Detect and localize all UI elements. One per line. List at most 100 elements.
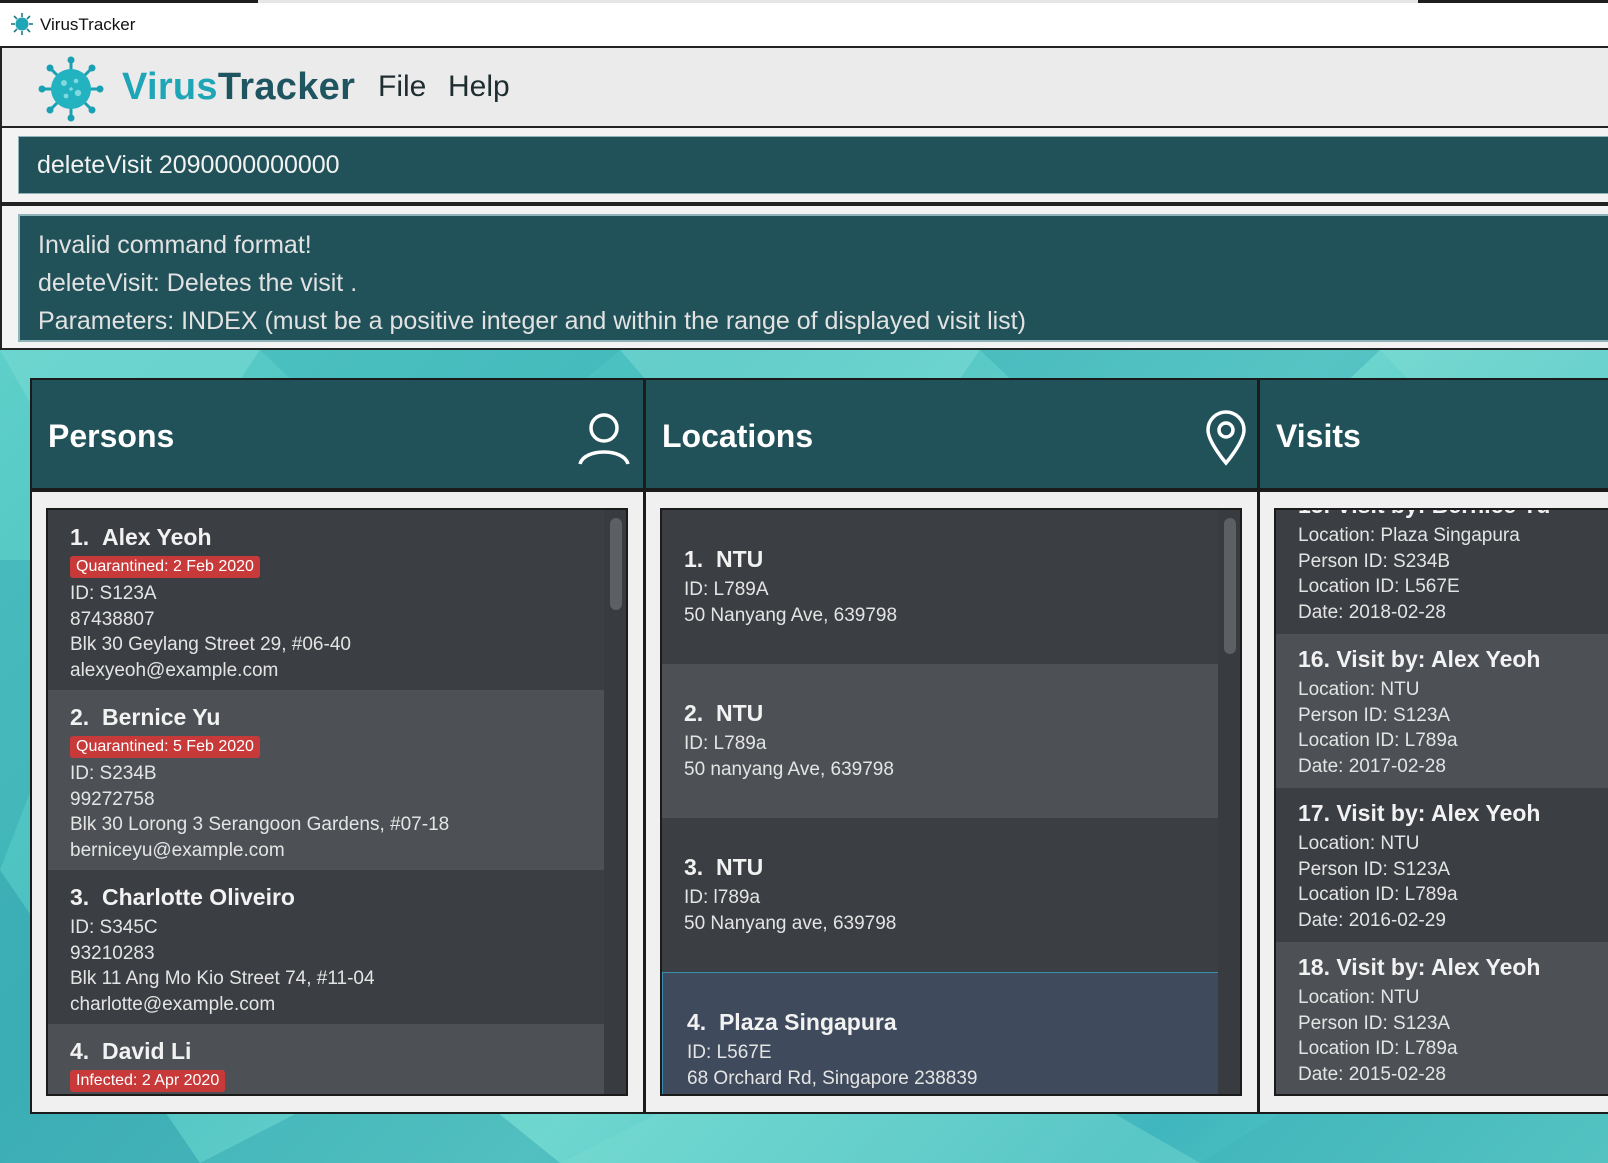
location-card[interactable]: 2. NTU ID: L789a 50 nanyang Ave, 639798 <box>662 664 1219 818</box>
brand-virus: Virus <box>122 66 218 108</box>
person-name: Bernice Yu <box>101 704 221 730</box>
person-id: ID: S234B <box>70 763 157 784</box>
persons-scrollbar[interactable] <box>604 510 626 1094</box>
status-tag: Infected: 2 Apr 2020 <box>70 1070 226 1092</box>
location-index: 1. <box>684 546 704 572</box>
visit-date: Date: 2015-02-28 <box>1298 1063 1446 1085</box>
location-id: ID: l789a <box>684 887 761 908</box>
result-line: deleteVisit: Deletes the visit . <box>38 269 358 297</box>
location-name-row: 4. Plaza Singapura <box>687 1009 1218 1036</box>
visit-location-id: Location ID: L567E <box>1298 576 1460 597</box>
person-email: alexyeoh@example.com <box>70 659 279 681</box>
visit-card[interactable]: 15. Visit by: Bernice Yu Location: Plaza… <box>1276 510 1608 634</box>
locations-panel-header: Locations <box>646 380 1257 492</box>
virus-app-icon <box>11 13 33 35</box>
location-name: NTU <box>715 546 764 572</box>
person-name: David Li <box>101 1038 192 1064</box>
menu-bar: VirusTracker File Help <box>0 46 1608 128</box>
visits-panel-title: Visits <box>1276 418 1361 454</box>
visits-list[interactable]: 15. Visit by: Bernice Yu Location: Plaza… <box>1274 508 1608 1096</box>
person-index: 2. <box>70 704 90 730</box>
person-card[interactable]: 1. Alex Yeoh Quarantined: 2 Feb 2020 ID:… <box>48 510 605 690</box>
persons-list[interactable]: 1. Alex Yeoh Quarantined: 2 Feb 2020 ID:… <box>46 508 628 1096</box>
location-id: ID: L789A <box>684 579 769 600</box>
visit-person-id: Person ID: S123A <box>1298 704 1451 726</box>
visit-location-id: Location ID: L789a <box>1298 730 1458 751</box>
status-tag: Quarantined: 5 Feb 2020 <box>70 736 260 758</box>
person-index: 3. <box>70 884 90 910</box>
location-address: 68 Orchard Rd, Singapore 238839 <box>687 1067 978 1089</box>
window-title-bar: VirusTracker <box>0 0 1608 46</box>
person-name-row: 3. Charlotte Oliveiro <box>70 884 605 911</box>
location-name-row: 2. NTU <box>684 700 1219 727</box>
locations-panel-title: Locations <box>662 418 814 454</box>
person-id: ID: S345C <box>70 917 158 938</box>
location-card[interactable]: 3. NTU ID: l789a 50 Nanyang ave, 639798 <box>662 818 1219 972</box>
visit-person-id: Person ID: S123A <box>1298 1012 1451 1034</box>
virus-logo-icon <box>38 56 104 122</box>
visit-location: Location: NTU <box>1298 833 1420 854</box>
location-id: ID: L789a <box>684 733 767 754</box>
location-name-row: 1. NTU <box>684 546 1219 573</box>
location-index: 2. <box>684 700 704 726</box>
visit-card[interactable]: 18. Visit by: Alex Yeoh Location: NTU Pe… <box>1276 942 1608 1094</box>
person-index: 1. <box>70 524 90 550</box>
person-name-row: 4. David Li <box>70 1038 605 1065</box>
locations-scrollbar-thumb[interactable] <box>1224 518 1236 654</box>
location-index: 4. <box>687 1009 707 1035</box>
visit-person-id: Person ID: S234B <box>1298 550 1451 572</box>
person-name: Alex Yeoh <box>101 524 212 550</box>
person-email: charlotte@example.com <box>70 993 276 1015</box>
visit-card[interactable]: 16. Visit by: Alex Yeoh Location: NTU Pe… <box>1276 634 1608 788</box>
person-phone: 99272758 <box>70 788 155 810</box>
person-card[interactable]: 4. David Li Infected: 2 Apr 2020 <box>48 1024 605 1094</box>
location-address: 50 nanyang Ave, 639798 <box>684 758 894 780</box>
brand-tracker: Tracker <box>217 66 356 108</box>
locations-list[interactable]: 1. NTU ID: L789A 50 Nanyang Ave, 639798 … <box>660 508 1242 1096</box>
location-name: NTU <box>715 854 764 880</box>
location-pin-icon <box>1206 410 1246 466</box>
visit-title: 16. Visit by: Alex Yeoh <box>1298 646 1541 672</box>
result-display[interactable]: Invalid command format! deleteVisit: Del… <box>18 214 1608 342</box>
location-index: 3. <box>684 854 704 880</box>
visits-panel: Visits 15. Visit by: Bernice Yu Location… <box>1258 378 1608 1114</box>
visit-location-id: Location ID: L789a <box>1298 1038 1458 1059</box>
visit-date: Date: 2016-02-29 <box>1298 909 1446 931</box>
person-address: Blk 30 Lorong 3 Serangoon Gardens, #07-1… <box>70 814 450 835</box>
result-line: Invalid command format! <box>38 231 312 259</box>
person-id: ID: S123A <box>70 583 157 604</box>
visit-title: 17. Visit by: Alex Yeoh <box>1298 800 1541 826</box>
locations-panel: Locations 1. NTU ID: L789A 50 Nanyang Av… <box>644 378 1259 1114</box>
window-title: VirusTracker <box>40 15 136 34</box>
person-name: Charlotte Oliveiro <box>101 884 295 910</box>
person-card[interactable]: 3. Charlotte Oliveiro ID: S345C 93210283… <box>48 870 605 1024</box>
visit-date: Date: 2017-02-28 <box>1298 755 1446 777</box>
result-display-area: Invalid command format! deleteVisit: Del… <box>0 204 1608 350</box>
visit-card[interactable]: 17. Visit by: Alex Yeoh Location: NTU Pe… <box>1276 788 1608 942</box>
visit-location: Location: Plaza Singapura <box>1298 525 1520 546</box>
persons-panel-header: Persons <box>32 380 643 492</box>
person-icon <box>578 413 630 465</box>
person-email: berniceyu@example.com <box>70 839 285 861</box>
menu-file[interactable]: File <box>378 70 426 104</box>
location-card-selected[interactable]: 4. Plaza Singapura ID: L567E 68 Orchard … <box>662 972 1219 1094</box>
person-address: Blk 30 Geylang Street 29, #06-40 <box>70 634 351 655</box>
location-name-row: 3. NTU <box>684 854 1219 881</box>
location-card[interactable]: 1. NTU ID: L789A 50 Nanyang Ave, 639798 <box>662 510 1219 664</box>
persons-scrollbar-thumb[interactable] <box>610 518 622 610</box>
location-name: Plaza Singapura <box>718 1009 897 1035</box>
person-phone: 93210283 <box>70 942 155 964</box>
person-name-row: 1. Alex Yeoh <box>70 524 605 551</box>
visit-location-id: Location ID: L789a <box>1298 884 1458 905</box>
visit-title: 15. Visit by: Bernice Yu <box>1298 510 1608 519</box>
result-line: Parameters: INDEX (must be a positive in… <box>38 307 1026 335</box>
location-name: NTU <box>715 700 764 726</box>
menu-help[interactable]: Help <box>448 70 510 104</box>
person-index: 4. <box>70 1038 90 1064</box>
command-input[interactable] <box>18 136 1608 194</box>
locations-scrollbar[interactable] <box>1218 510 1240 1094</box>
person-name-row: 2. Bernice Yu <box>70 704 605 731</box>
person-card[interactable]: 2. Bernice Yu Quarantined: 5 Feb 2020 ID… <box>48 690 605 870</box>
location-id: ID: L567E <box>687 1042 772 1063</box>
visit-person-id: Person ID: S123A <box>1298 858 1451 880</box>
